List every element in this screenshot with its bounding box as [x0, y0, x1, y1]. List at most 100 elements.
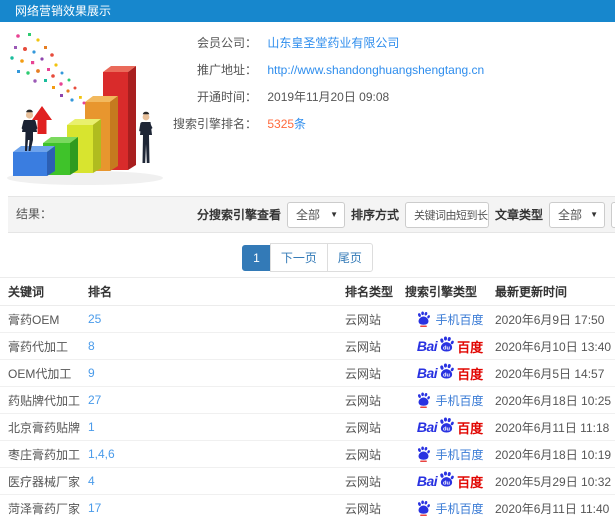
mobile-baidu-badge: 手机百度: [405, 311, 495, 328]
engine-type-cell: Bai du 百度: [405, 332, 495, 360]
rank-cell: 1: [88, 413, 345, 441]
company-info-list: 会员公司： 山东皇圣堂药业有限公司 推广地址： http://www.shand…: [165, 30, 484, 138]
info-section: 会员公司： 山东皇圣堂药业有限公司 推广地址： http://www.shand…: [0, 22, 615, 196]
table-row: OEM代加工 9 云网站 Bai du 百度 2020年6月5日 14:57: [0, 359, 615, 387]
engine-filter-select[interactable]: 全部 ▼: [287, 201, 346, 228]
page-current[interactable]: 1: [242, 245, 271, 271]
engine-type-cell: Bai du 百度: [405, 359, 495, 387]
baidu-paw-icon: du: [440, 336, 454, 351]
rank-cell: 8: [88, 332, 345, 360]
rank-count-label: 搜索引擎排名：: [172, 117, 257, 131]
article-type-select[interactable]: 全部 ▼: [549, 201, 606, 228]
open-time-value: 2019年11月20日 09:08: [267, 90, 390, 104]
table-row: 医疗器械厂家 4 云网站 Bai du 百度 2020年5月29日 10:32: [0, 467, 615, 495]
promo-url-link[interactable]: http://www.shandonghuangshengtang.cn: [267, 63, 484, 77]
baidu-logo-du: du: [443, 345, 451, 351]
updated-cell: 2020年6月18日 10:25: [495, 386, 615, 414]
keyword-cell: 膏药代加工: [0, 332, 88, 360]
rank-link[interactable]: 17: [88, 501, 101, 515]
rank-type-cell: 云网站: [345, 359, 405, 387]
rank-type-cell: 云网站: [345, 332, 405, 360]
keyword-cell: 膏药OEM: [0, 305, 88, 333]
baidu-logo-cn: 百度: [457, 366, 484, 382]
table-body: 膏药OEM 25 云网站 手机百度 2020年6月9日 17:50 膏药代加工 8 云网站…: [0, 305, 615, 520]
top-bar: 网络营销效果展示: [0, 0, 615, 22]
rank-type-cell: 云网站: [345, 467, 405, 495]
engine-type-cell: Bai du 百度: [405, 467, 495, 495]
chevron-down-icon: ▼: [330, 210, 339, 219]
table-row: 药贴牌代加工 27 云网站 手机百度 2020年6月18日 10:25: [0, 386, 615, 414]
engine-type-cell: 手机百度: [405, 440, 495, 468]
updated-cell: 2020年6月11日 11:18: [495, 413, 615, 441]
table-row: 枣庄膏药加工 1,4,6 云网站 手机百度 2020年6月18日 10:19: [0, 440, 615, 468]
rank-link[interactable]: 1,4,6: [88, 447, 115, 461]
baidu-logo-du: du: [443, 372, 451, 378]
baidu-logo-cn: 百度: [457, 339, 484, 355]
baidu-logo-bai: Bai: [416, 473, 438, 489]
company-label: 会员公司：: [196, 36, 257, 50]
rank-cell: 25: [88, 305, 345, 333]
mobile-baidu-label: 手机百度: [435, 393, 484, 408]
updated-cell: 2020年5月29日 10:32: [495, 467, 615, 495]
table-row: 菏泽膏药厂家 17 云网站 手机百度 2020年6月11日 11:40: [0, 494, 615, 520]
article-type-value: 全部: [558, 208, 583, 222]
baidu-logo-du: du: [443, 426, 451, 432]
result-label: 结果：: [16, 207, 53, 221]
table-row: 北京膏药贴牌 1 云网站 Bai du 百度 2020年6月11日 11:18: [0, 413, 615, 441]
baidu-paw-icon: du: [440, 363, 454, 378]
mobile-baidu-label: 手机百度: [435, 312, 484, 327]
keyword-cell: 医疗器械厂家: [0, 467, 88, 495]
table-row: 膏药OEM 25 云网站 手机百度 2020年6月9日 17:50: [0, 305, 615, 333]
rank-cell: 27: [88, 386, 345, 414]
open-time-label: 开通时间：: [196, 90, 257, 104]
rank-type-cell: 云网站: [345, 440, 405, 468]
mobile-baidu-label: 手机百度: [435, 501, 484, 516]
info-row-open-time: 开通时间： 2019年11月20日 09:08: [165, 84, 484, 111]
baidu-logo-cn: 百度: [457, 420, 484, 436]
sort-filter-select[interactable]: 关键词由短到长排序 ▼: [405, 201, 490, 228]
keyword-ranking-table: 关键词 排名 排名类型 搜索引擎类型 最新更新时间 膏药OEM 25 云网站 手机百…: [0, 277, 615, 520]
page-next[interactable]: 下一页: [269, 243, 328, 272]
businessman-right-icon: [139, 111, 153, 163]
header-rank: 排名: [88, 277, 345, 306]
header-engine-type: 搜索引擎类型: [405, 277, 495, 306]
updated-cell: 2020年6月9日 17:50: [495, 305, 615, 333]
company-name-link[interactable]: 山东皇圣堂药业有限公司: [267, 36, 399, 50]
info-row-company: 会员公司： 山东皇圣堂药业有限公司: [165, 30, 484, 57]
rank-link[interactable]: 9: [88, 366, 95, 380]
rank-link[interactable]: 25: [88, 312, 101, 326]
mobile-baidu-label: 手机百度: [435, 447, 484, 462]
keyword-cell: 枣庄膏药加工: [0, 440, 88, 468]
marketing-effect-page: 网络营销效果展示 会员公司： 山东皇圣堂药业有限公司 推广地址： http://…: [0, 0, 615, 520]
updated-cell: 2020年6月10日 13:40: [495, 332, 615, 360]
rank-cell: 4: [88, 467, 345, 495]
submit-button[interactable]: 提交: [611, 201, 615, 228]
engine-type-cell: Bai du 百度: [405, 413, 495, 441]
keyword-cell: OEM代加工: [0, 359, 88, 387]
table-row: 膏药代加工 8 云网站 Bai du 百度 2020年6月10日 13:40: [0, 332, 615, 360]
mobile-baidu-badge: 手机百度: [405, 392, 495, 409]
sort-filter-value: 关键词由短到长排序: [414, 209, 488, 222]
rank-link[interactable]: 8: [88, 339, 95, 353]
engine-type-cell: 手机百度: [405, 305, 495, 333]
filter-group: 分搜索引擎查看 全部 ▼ 排序方式 关键词由短到长排序 ▼ 文章类型 全部 ▼ …: [197, 197, 615, 232]
filter-bar: 结果： 分搜索引擎查看 全部 ▼ 排序方式 关键词由短到长排序 ▼ 文章类型 全…: [8, 196, 615, 233]
confetti-decoration: [10, 33, 86, 105]
rank-cell: 17: [88, 494, 345, 520]
rank-link[interactable]: 27: [88, 393, 101, 407]
baidu-paw-icon: [418, 311, 431, 327]
rank-link[interactable]: 1: [88, 420, 95, 434]
header-updated: 最新更新时间: [495, 277, 615, 306]
baidu-logo-bai: Bai: [416, 419, 438, 435]
page-title: 网络营销效果展示: [15, 4, 112, 18]
baidu-logo: Bai du 百度: [405, 336, 495, 357]
page-last[interactable]: 尾页: [326, 243, 373, 272]
promo-url-label: 推广地址：: [196, 63, 257, 77]
keyword-cell: 菏泽膏药厂家: [0, 494, 88, 520]
rank-link[interactable]: 4: [88, 474, 95, 488]
baidu-paw-icon: du: [440, 471, 454, 486]
rank-type-cell: 云网站: [345, 386, 405, 414]
rank-type-cell: 云网站: [345, 413, 405, 441]
engine-type-cell: 手机百度: [405, 494, 495, 520]
info-row-url: 推广地址： http://www.shandonghuangshengtang.…: [165, 57, 484, 84]
